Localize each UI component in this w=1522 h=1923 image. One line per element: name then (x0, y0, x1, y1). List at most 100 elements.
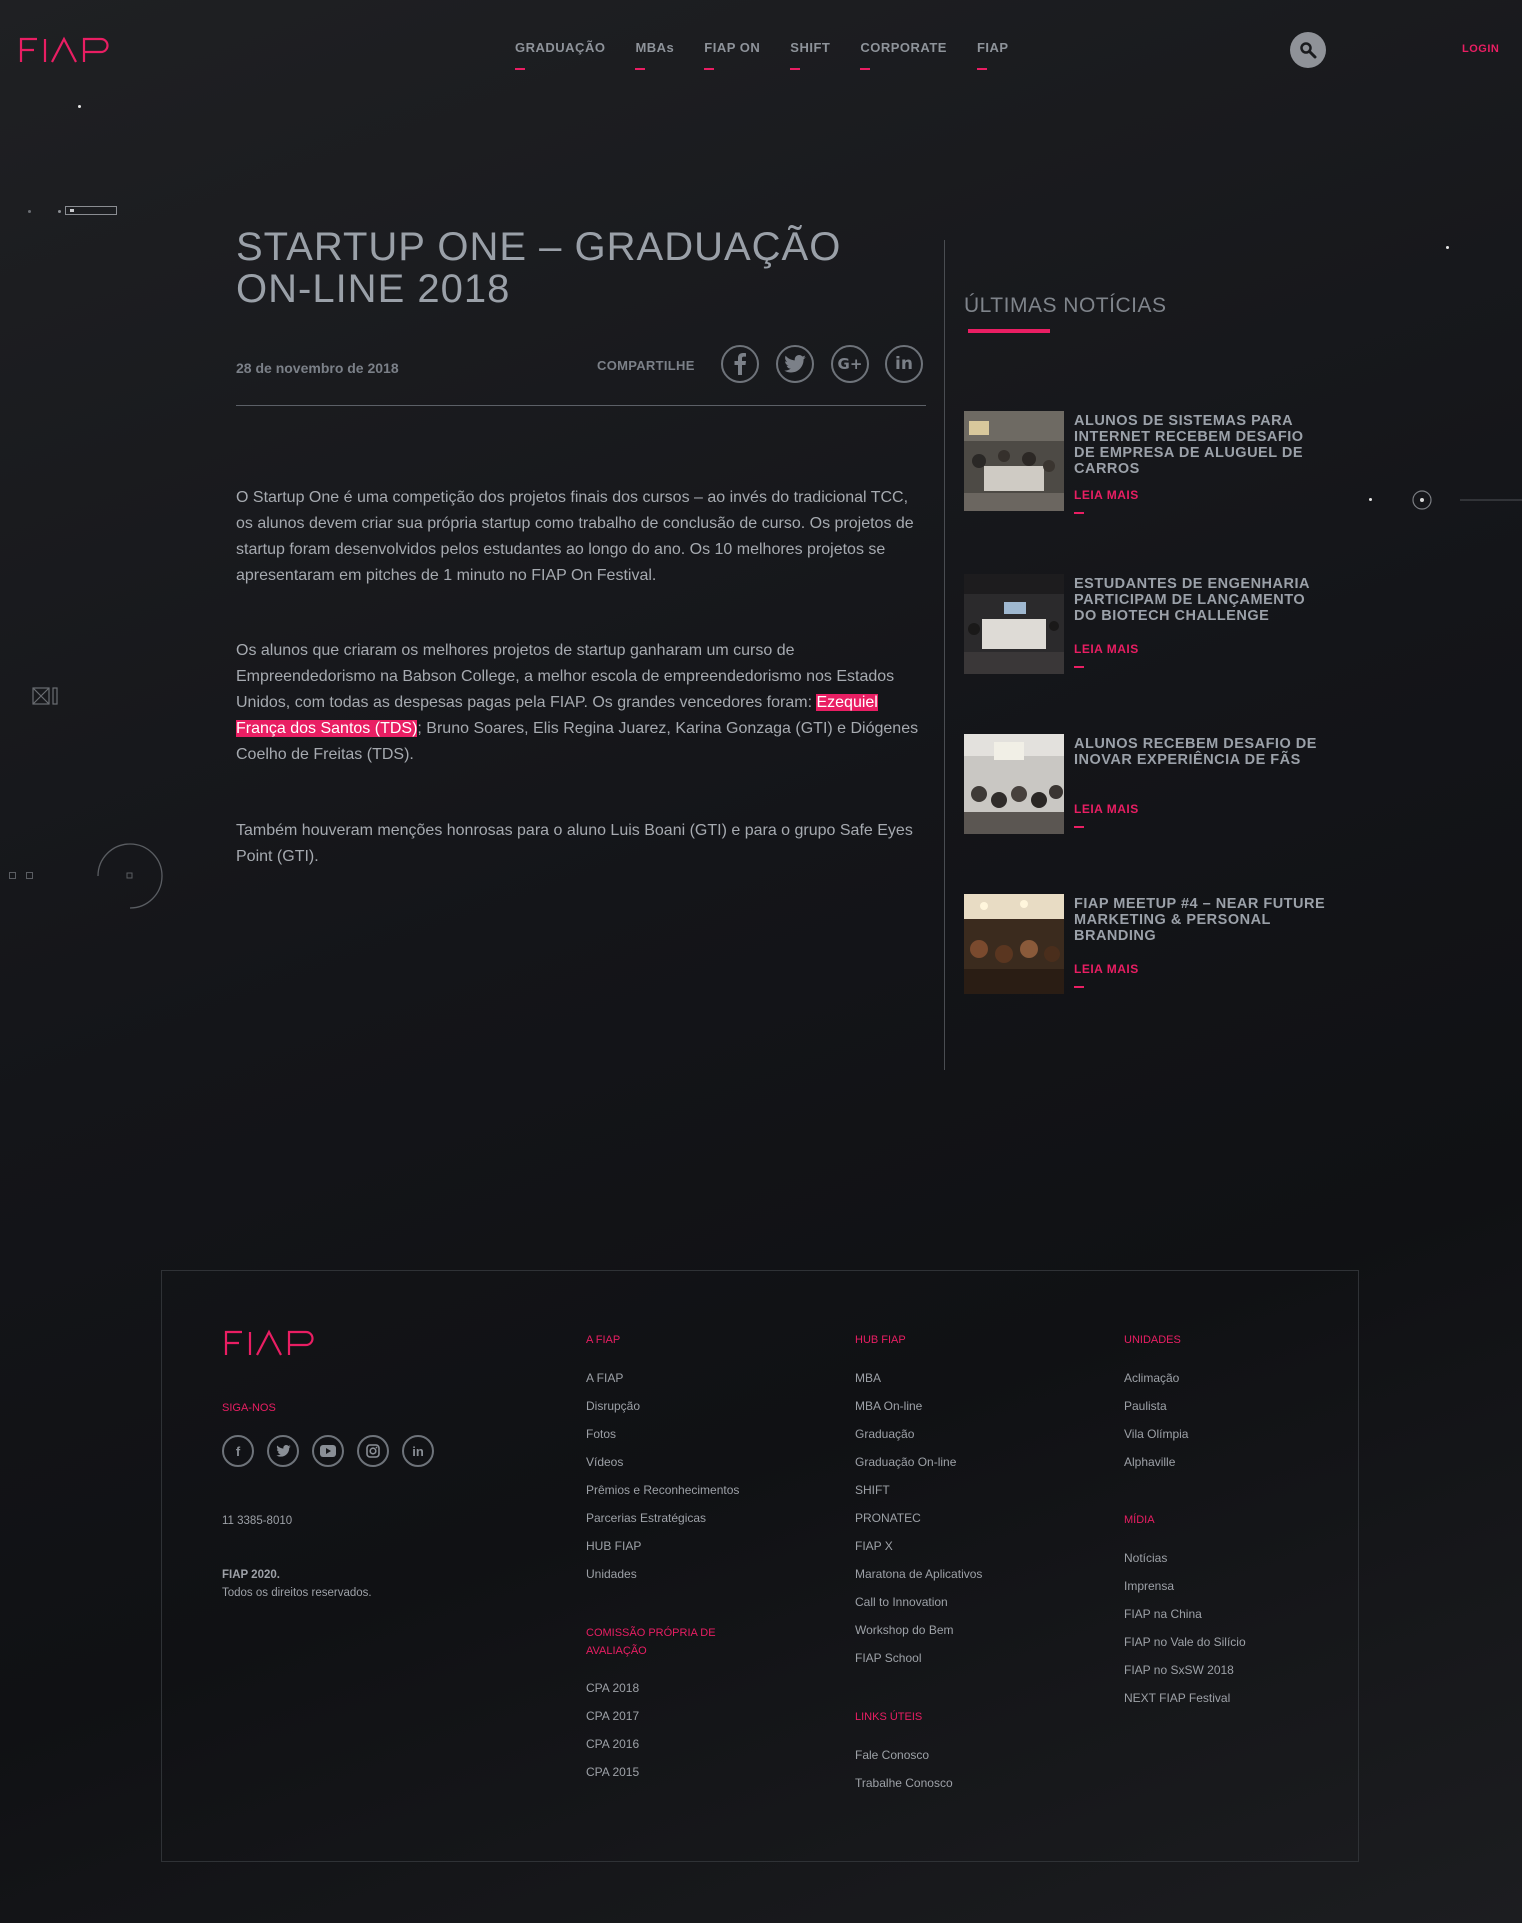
decor-square (9, 872, 16, 879)
footer-heading-links-uteis: LINKS ÚTEIS (855, 1711, 923, 1723)
decor-dot (28, 210, 31, 213)
nav-fiap-on[interactable]: FIAP ON (704, 40, 760, 70)
decor-dot (78, 105, 81, 108)
decor-bar-fill (70, 209, 74, 212)
footer-copyright-text: Todos os direitos reservados. (222, 1587, 372, 1599)
share-linkedin-icon[interactable]: in (885, 345, 923, 383)
read-more-link[interactable]: LEIA MAIS (1074, 642, 1139, 656)
footer-link[interactable]: Paulista (1124, 1399, 1167, 1413)
search-icon (1300, 42, 1317, 59)
decor-dot (1446, 246, 1449, 249)
decor-cross-box-icon (32, 687, 58, 705)
footer-link[interactable]: Aclimação (1124, 1371, 1179, 1385)
news-thumbnail[interactable] (964, 894, 1064, 994)
news-item[interactable]: FIAP MEETUP #4 – NEAR FUTURE MARKETING &… (964, 894, 1325, 1004)
read-more-dash (1074, 666, 1084, 668)
footer-linkedin-icon[interactable]: in (402, 1435, 434, 1467)
decor-arc (97, 843, 163, 909)
decor-square (26, 872, 33, 879)
main-nav: GRADUAÇÃO MBAs FIAP ON SHIFT CORPORATE F… (515, 40, 1039, 70)
login-link[interactable]: LOGIN (1462, 43, 1499, 55)
footer-link[interactable]: Vídeos (586, 1455, 623, 1469)
nav-shift[interactable]: SHIFT (790, 40, 830, 70)
footer-link[interactable]: MBA On-line (855, 1399, 922, 1413)
footer-link[interactable]: Maratona de Aplicativos (855, 1567, 982, 1581)
footer-instagram-icon[interactable] (357, 1435, 389, 1467)
search-button[interactable] (1290, 32, 1326, 68)
fiap-logo[interactable] (19, 36, 115, 64)
news-title[interactable]: ALUNOS RECEBEM DESAFIO DE INOVAR EXPERIÊ… (1074, 736, 1329, 768)
decor-dot (58, 210, 61, 213)
footer-link[interactable]: Graduação On-line (855, 1455, 956, 1469)
sidebar-divider (944, 240, 945, 1070)
footer-link[interactable]: Workshop do Bem (855, 1623, 954, 1637)
news-thumbnail[interactable] (964, 411, 1064, 511)
news-item[interactable]: ALUNOS RECEBEM DESAFIO DE INOVAR EXPERIÊ… (964, 734, 1324, 844)
footer-link[interactable]: PRONATEC (855, 1511, 921, 1525)
footer-link[interactable]: Fotos (586, 1427, 616, 1441)
footer-link[interactable]: SHIFT (855, 1483, 890, 1497)
nav-fiap[interactable]: FIAP (976, 40, 1009, 70)
nav-corporate[interactable]: CORPORATE (860, 40, 947, 70)
footer-link[interactable]: Fale Conosco (855, 1748, 929, 1762)
footer-link[interactable]: Parcerias Estratégicas (586, 1511, 706, 1525)
footer-link[interactable]: Disrupção (586, 1399, 640, 1413)
news-title[interactable]: ALUNOS DE SISTEMAS PARA INTERNET RECEBEM… (1074, 413, 1329, 477)
read-more-link[interactable]: LEIA MAIS (1074, 802, 1139, 816)
footer-link[interactable]: Unidades (586, 1567, 637, 1581)
news-thumbnail[interactable] (964, 574, 1064, 674)
footer-link[interactable]: FIAP no SxSW 2018 (1124, 1663, 1234, 1677)
footer-link[interactable]: Call to Innovation (855, 1595, 948, 1609)
footer-link[interactable]: HUB FIAP (586, 1539, 641, 1553)
share-google-plus-icon[interactable]: G+ (831, 345, 869, 383)
news-item[interactable]: ESTUDANTES DE ENGENHARIA PARTICIPAM DE L… (964, 574, 1324, 684)
footer-link[interactable]: Notícias (1124, 1551, 1167, 1565)
share-twitter-icon[interactable] (776, 345, 814, 383)
news-thumbnail[interactable] (964, 734, 1064, 834)
sidebar-title: ÚLTIMAS NOTÍCIAS (964, 294, 1167, 317)
footer-link[interactable]: CPA 2017 (586, 1709, 639, 1723)
nav-graduacao[interactable]: GRADUAÇÃO (515, 40, 605, 70)
news-title[interactable]: ESTUDANTES DE ENGENHARIA PARTICIPAM DE L… (1074, 576, 1329, 624)
footer-link[interactable]: FIAP no Vale do Silício (1124, 1635, 1246, 1649)
footer-twitter-icon[interactable] (267, 1435, 299, 1467)
read-more-dash (1074, 826, 1084, 828)
footer-link[interactable]: Trabalhe Conosco (855, 1776, 953, 1790)
share-facebook-icon[interactable] (721, 345, 759, 383)
footer-link[interactable]: FIAP na China (1124, 1607, 1202, 1621)
footer-link[interactable]: Vila Olímpia (1124, 1427, 1188, 1441)
footer-fiap-logo[interactable] (221, 1329, 323, 1357)
footer-link[interactable]: Graduação (855, 1427, 914, 1441)
footer-link[interactable]: Alphaville (1124, 1455, 1175, 1469)
footer-link[interactable]: CPA 2016 (586, 1737, 639, 1751)
article-paragraph-2: Os alunos que criaram os melhores projet… (236, 642, 919, 763)
read-more-link[interactable]: LEIA MAIS (1074, 488, 1139, 502)
footer-link[interactable]: Imprensa (1124, 1579, 1174, 1593)
footer-link[interactable]: Prêmios e Reconhecimentos (586, 1483, 739, 1497)
footer-heading-unidades: UNIDADES (1124, 1334, 1181, 1346)
news-item[interactable]: ALUNOS DE SISTEMAS PARA INTERNET RECEBEM… (964, 411, 1324, 521)
news-title[interactable]: FIAP MEETUP #4 – NEAR FUTURE MARKETING &… (1074, 896, 1329, 944)
footer-link[interactable]: CPA 2018 (586, 1681, 639, 1695)
footer-link[interactable]: FIAP X (855, 1539, 893, 1553)
read-more-dash (1074, 512, 1084, 514)
footer-phone: 11 3385-8010 (222, 1515, 293, 1527)
footer-heading-midia: MÍDIA (1124, 1514, 1155, 1526)
footer-heading-cpa: COMISSÃO PRÓPRIA DE AVALIAÇÃO (586, 1627, 716, 1657)
footer-link[interactable]: FIAP School (855, 1651, 921, 1665)
share-label: COMPARTILHE (597, 358, 695, 373)
nav-mbas[interactable]: MBAs (635, 40, 674, 70)
read-more-link[interactable]: LEIA MAIS (1074, 962, 1139, 976)
decor-dot (1369, 498, 1372, 501)
footer-youtube-icon[interactable] (312, 1435, 344, 1467)
footer-link[interactable]: A FIAP (586, 1371, 623, 1385)
footer-link[interactable]: NEXT FIAP Festival (1124, 1691, 1230, 1705)
footer-link[interactable]: CPA 2015 (586, 1765, 639, 1779)
footer: SIGA-NOS f in 11 3385-8010 FIAP 2020. To… (161, 1270, 1359, 1862)
footer-link[interactable]: MBA (855, 1371, 881, 1385)
article-title: STARTUP ONE – GRADUAÇÃO ON-LINE 2018 (236, 225, 842, 311)
sidebar-title-underline (968, 329, 1050, 333)
decor-target (1412, 490, 1522, 510)
article-divider (236, 405, 926, 406)
footer-facebook-icon[interactable]: f (222, 1435, 254, 1467)
